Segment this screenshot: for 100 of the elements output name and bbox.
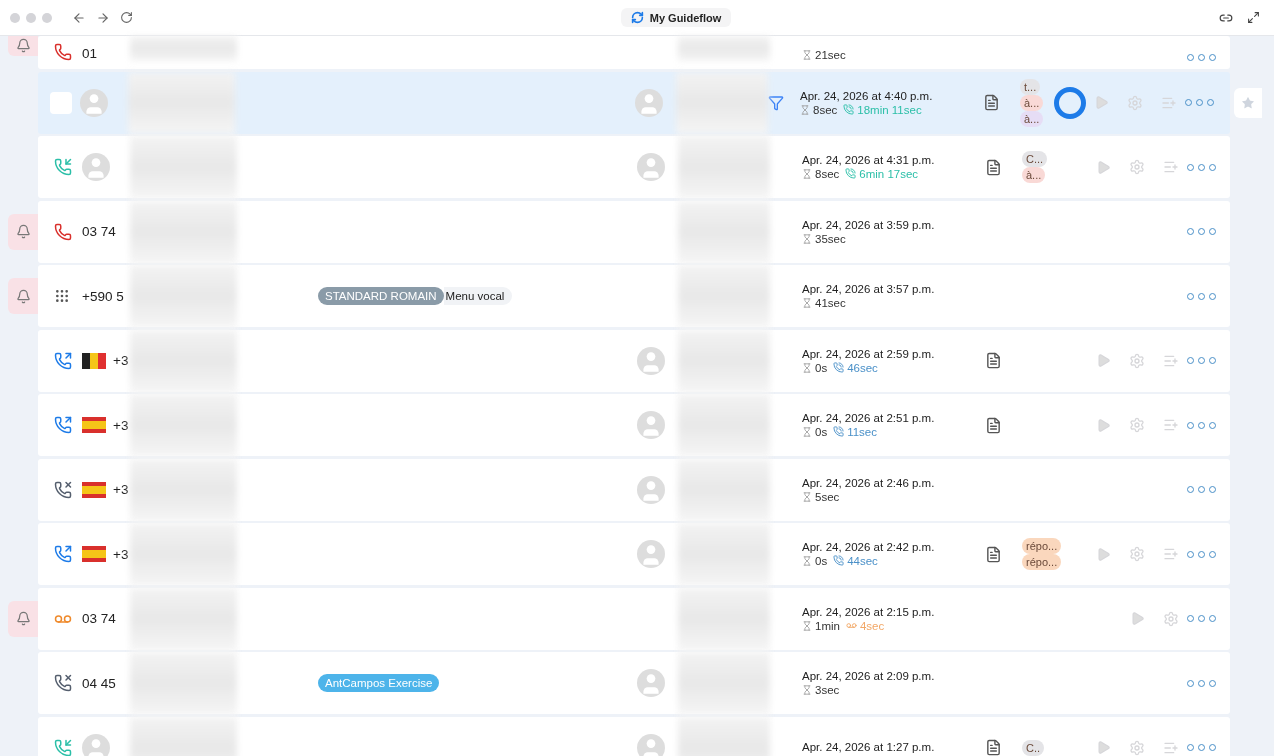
play-icon[interactable] [1096, 417, 1111, 433]
call-row[interactable]: Apr. 24, 2026 at 4:40 p.m. 8sec 18min 11sec t... à... à... [38, 71, 1230, 134]
window-title: My Guideflow [649, 11, 722, 24]
call-date: Apr. 24, 2026 at 2:09 p.m. [802, 670, 936, 682]
hourglass-icon [802, 298, 812, 308]
refresh-logo-icon [630, 11, 644, 24]
note-icon[interactable] [985, 158, 1002, 176]
forward-icon[interactable] [96, 10, 110, 25]
hourglass-icon [802, 491, 812, 502]
call-date: Apr. 24, 2026 at 2:59 p.m. [802, 347, 936, 360]
phone-number: +3 [113, 482, 129, 497]
gear-icon[interactable] [1129, 417, 1145, 433]
call-row[interactable]: 03 74 Apr. 24, 2026 at 3:59 p.m. 35sec [38, 200, 1230, 263]
hourglass-icon [800, 104, 810, 115]
ivr-tag: STANDARD ROMAIN [318, 287, 444, 305]
tag: à... [1020, 110, 1044, 127]
gear-icon[interactable] [1163, 610, 1179, 627]
phone-icon [843, 103, 855, 115]
expand-icon[interactable] [1247, 10, 1260, 24]
tag: à... [1022, 167, 1046, 183]
note-icon[interactable] [985, 545, 1002, 563]
hourglass-icon [802, 620, 812, 631]
notification-bell[interactable] [8, 36, 38, 56]
call-row[interactable]: +590 5 STANDARD ROMAIN Menu vocal Apr. 24, 2026 at 3:57 p.m. 41sec [38, 265, 1230, 327]
bell-icon [15, 38, 31, 53]
call-row[interactable]: 01 21sec [38, 36, 1230, 69]
play-icon[interactable] [1096, 740, 1111, 755]
flag-icon [82, 481, 106, 498]
tag: C.. [1022, 739, 1045, 756]
hourglass-icon [802, 169, 812, 179]
note-icon[interactable] [985, 352, 1002, 369]
list-add-icon[interactable] [1163, 546, 1179, 562]
call-row[interactable]: Apr. 24, 2026 at 4:31 p.m. 8sec 6min 17sec C... à... [38, 136, 1230, 198]
talk-duration: 11sec [833, 426, 877, 438]
talk-duration: 44sec [833, 555, 878, 567]
call-date: Apr. 24, 2026 at 2:51 p.m. [802, 412, 936, 424]
window-dot[interactable] [42, 12, 52, 23]
wait-duration: 0s [802, 361, 828, 374]
phone-number: +3 [113, 546, 129, 562]
row-checkbox[interactable] [50, 91, 72, 114]
talk-duration: 6min 17sec [845, 168, 919, 180]
phone-number: 04 45 [82, 675, 116, 691]
menu-label: Menu vocal [443, 287, 513, 305]
gear-icon[interactable] [1129, 546, 1145, 562]
call-row[interactable]: +3 Apr. 24, 2026 at 2:51 p.m. 0s 11sec [38, 394, 1230, 456]
hourglass-icon [802, 556, 812, 566]
hourglass-icon [802, 233, 812, 244]
call-date: Apr. 24, 2026 at 4:31 p.m. [802, 154, 936, 166]
phone-icon [845, 168, 857, 179]
notification-bell[interactable] [8, 600, 38, 637]
outgoing-call-icon [54, 351, 72, 370]
call-row[interactable]: +3 Apr. 24, 2026 at 2:46 p.m. 5sec [38, 458, 1230, 521]
note-icon[interactable] [985, 416, 1002, 434]
wait-duration: 41sec [802, 297, 846, 309]
wait-duration: 8sec [800, 103, 838, 116]
gear-icon[interactable] [1129, 159, 1145, 175]
gear-icon[interactable] [1129, 739, 1145, 756]
notification-bell[interactable] [8, 278, 38, 314]
call-row[interactable]: 04 45 AntCampos Exercise Apr. 24, 2026 at 2:09 p.m. 3sec [38, 652, 1230, 714]
list-add-icon[interactable] [1163, 417, 1179, 433]
back-icon[interactable] [72, 10, 86, 25]
call-row[interactable]: +3 Apr. 24, 2026 at 2:42 p.m. 0s 44sec répo... répo... [38, 523, 1230, 585]
tag: C... [1022, 151, 1048, 167]
phone-number: 03 74 [82, 224, 116, 239]
wait-duration: 0s [802, 555, 828, 567]
missed-call-icon [54, 222, 72, 241]
play-icon[interactable] [1094, 95, 1109, 110]
note-icon[interactable] [983, 94, 1000, 111]
play-icon[interactable] [1130, 611, 1145, 626]
filter-icon[interactable] [768, 94, 784, 111]
outgoing-call-icon [54, 545, 72, 563]
gear-icon[interactable] [1129, 352, 1145, 369]
call-row[interactable]: Apr. 24, 2026 at 1:27 p.m. C.. [38, 716, 1230, 756]
call-date: Apr. 24, 2026 at 3:57 p.m. [802, 283, 936, 295]
wait-duration: 21sec [802, 49, 846, 61]
incoming-call-icon [54, 158, 72, 176]
call-row[interactable]: +3 Apr. 24, 2026 at 2:59 p.m. 0s 46sec [38, 329, 1230, 392]
star-button[interactable] [1234, 87, 1262, 118]
hourglass-icon [802, 362, 812, 373]
window-dot[interactable] [10, 12, 20, 23]
reload-icon[interactable] [120, 10, 133, 24]
gear-icon[interactable] [1127, 94, 1143, 111]
hourglass-icon [802, 427, 812, 437]
play-icon[interactable] [1096, 353, 1111, 368]
play-icon[interactable] [1096, 159, 1111, 175]
window-dot[interactable] [26, 12, 36, 23]
flag-icon [82, 417, 106, 433]
note-icon[interactable] [985, 739, 1002, 756]
cancelled-call-icon [54, 480, 72, 499]
incoming-call-icon [54, 738, 72, 756]
outgoing-call-icon [54, 416, 72, 434]
bell-icon [15, 611, 31, 626]
call-row[interactable]: 03 74 Apr. 24, 2026 at 2:15 p.m. 1min 4sec [38, 587, 1230, 650]
play-icon[interactable] [1096, 546, 1111, 562]
bell-icon [15, 288, 31, 304]
cancelled-call-icon [54, 674, 72, 692]
notification-bell[interactable] [8, 213, 38, 250]
list-add-icon[interactable] [1163, 159, 1179, 175]
call-date: Apr. 24, 2026 at 4:40 p.m. [800, 89, 934, 102]
bell-icon [15, 224, 31, 239]
